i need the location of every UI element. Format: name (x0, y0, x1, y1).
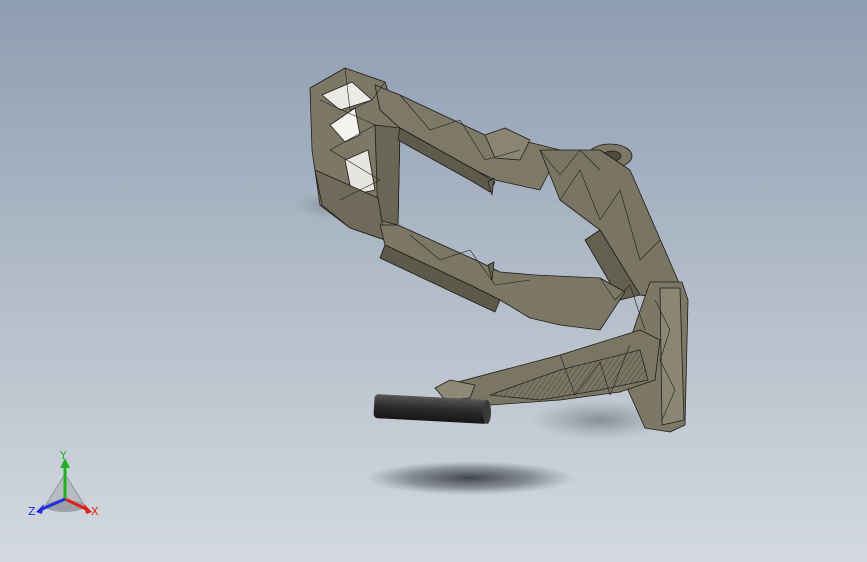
axis-triad[interactable]: X Y Z (20, 444, 110, 534)
z-axis-arrow (36, 504, 44, 514)
z-axis-label: Z (28, 505, 36, 518)
floor-shadow (365, 461, 575, 495)
model-view[interactable] (0, 0, 867, 562)
y-axis-label: Y (59, 449, 67, 462)
graphics-viewport[interactable]: X Y Z (0, 0, 867, 562)
grip-end-cap (483, 400, 491, 424)
frame-model[interactable] (309, 67, 689, 433)
rear-plate-face (659, 287, 685, 426)
x-axis-label: X (91, 505, 99, 518)
